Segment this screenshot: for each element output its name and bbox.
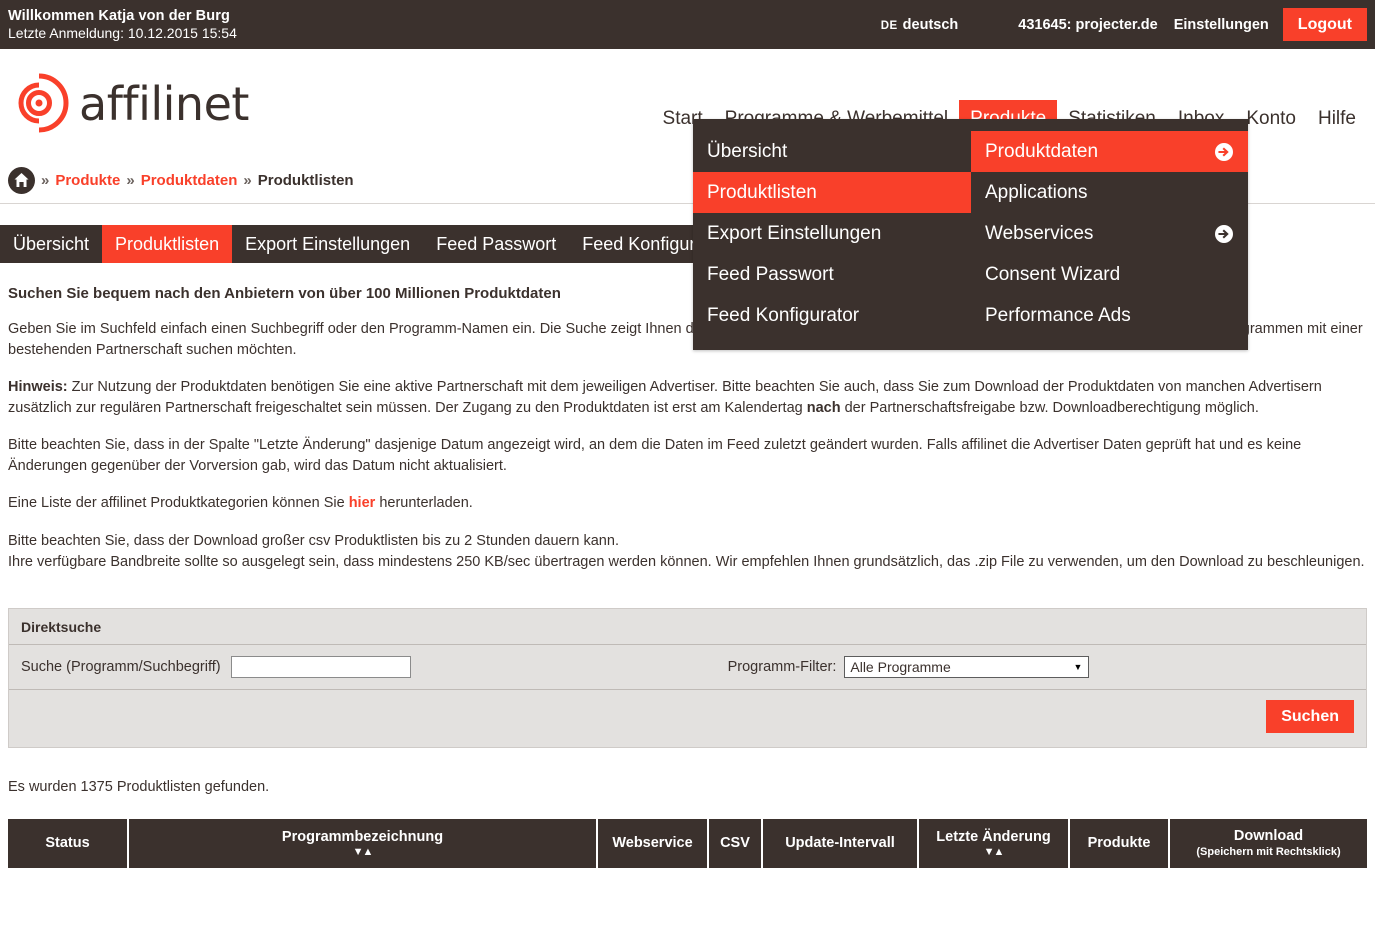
column-header-update-intervall[interactable]: Update-Intervall	[762, 819, 919, 869]
brand-logo[interactable]: affilinet	[0, 72, 249, 134]
tab-produktlisten[interactable]: Produktlisten	[102, 225, 233, 263]
dropdown-item-export-einstellungen[interactable]: Export Einstellungen	[693, 213, 971, 254]
dropdown-column-right: Produktdaten Applications Webservices Co…	[971, 119, 1248, 350]
dropdown-item-uebersicht-label: Übersicht	[707, 140, 788, 162]
dropdown-item-produktdaten-label: Produktdaten	[985, 140, 1099, 162]
panel-footer: Suchen	[9, 690, 1366, 747]
language-label: deutsch	[902, 16, 959, 33]
dropdown-item-webservices[interactable]: Webservices	[971, 213, 1248, 254]
sort-arrows-icon[interactable]: ▼▲	[133, 846, 592, 858]
breadcrumb-item-produktdaten[interactable]: Produktdaten	[141, 172, 238, 189]
search-input-label: Suche (Programm/Suchbegriff)	[21, 659, 221, 676]
tab-uebersicht[interactable]: Übersicht	[0, 225, 102, 263]
programm-filter-label: Programm-Filter:	[727, 659, 837, 676]
dropdown-item-feed-passwort-label: Feed Passwort	[707, 263, 834, 285]
column-header-webservice-label: Webservice	[612, 835, 693, 852]
dropdown-item-produktlisten[interactable]: Produktlisten	[693, 172, 971, 213]
dropdown-item-performance-ads-label: Performance Ads	[985, 304, 1131, 326]
dropdown-item-feed-konfigurator[interactable]: Feed Konfigurator	[693, 295, 971, 336]
column-header-webservice[interactable]: Webservice	[597, 819, 709, 869]
last-login-text: Letzte Anmeldung: 10.12.2015 15:54	[8, 25, 237, 42]
brand-wordmark: affilinet	[79, 77, 249, 131]
column-header-download[interactable]: Download (Speichern mit Rechtsklick)	[1169, 819, 1367, 869]
produktkategorien-link[interactable]: hier	[349, 495, 376, 511]
column-header-update-intervall-label: Update-Intervall	[785, 835, 895, 852]
download-hinweis-line2: Ihre verfügbare Bandbreite sollte so aus…	[8, 553, 1365, 570]
kategorien-text-b: herunterladen.	[375, 495, 473, 512]
tab-export-einstellungen[interactable]: Export Einstellungen	[232, 225, 423, 263]
download-hinweis-line1: Bitte beachten Sie, dass der Download gr…	[8, 533, 619, 550]
hinweis-label: Hinweis:	[8, 379, 68, 396]
hinweis-emphasis: nach	[806, 399, 841, 416]
dropdown-item-applications-label: Applications	[985, 181, 1088, 203]
column-header-letzte-aenderung[interactable]: Letzte Änderung ▼▲	[918, 819, 1070, 869]
dropdown-item-uebersicht[interactable]: Übersicht	[693, 131, 971, 172]
column-header-programmbezeichnung-label: Programmbezeichnung	[281, 828, 444, 845]
nav-item-hilfe[interactable]: Hilfe	[1307, 100, 1367, 138]
column-header-letzte-aenderung-label: Letzte Änderung	[936, 828, 1051, 845]
account-id-label: 431645: projecter.de	[1018, 16, 1158, 33]
dropdown-item-consent-wizard-label: Consent Wizard	[985, 263, 1121, 285]
panel-filter-row: Suche (Programm/Suchbegriff) Programm-Fi…	[9, 645, 1366, 691]
dropdown-item-produktdaten[interactable]: Produktdaten	[971, 131, 1248, 172]
programm-filter-select[interactable]: Alle Programme ▼	[844, 656, 1090, 679]
column-header-status-label: Status	[45, 835, 90, 852]
dropdown-item-consent-wizard[interactable]: Consent Wizard	[971, 254, 1248, 295]
dropdown-item-webservices-label: Webservices	[985, 222, 1094, 244]
sort-arrows-icon-2[interactable]: ▼▲	[923, 846, 1064, 858]
welcome-text: Willkommen Katja von der Burg	[8, 7, 230, 24]
language-selector[interactable]: DE deutsch	[881, 17, 959, 33]
arrow-right-circle-icon-2	[1215, 224, 1233, 243]
hinweis-text-b: der Partnerschaftsfreigabe bzw. Download…	[840, 399, 1259, 416]
result-count-text: Es wurden 1375 Produktlisten gefunden.	[8, 779, 270, 796]
programm-filter-group: Programm-Filter: Alle Programme ▼	[727, 656, 1090, 679]
dropdown-item-performance-ads[interactable]: Performance Ads	[971, 295, 1248, 336]
suchen-button[interactable]: Suchen	[1266, 700, 1354, 734]
breadcrumb-item-produktlisten: Produktlisten	[257, 171, 354, 189]
top-utility-right: DE deutsch 431645: projecter.de Einstell…	[881, 0, 1375, 49]
breadcrumb-item-produkte[interactable]: Produkte	[55, 172, 120, 189]
column-header-programmbezeichnung[interactable]: Programmbezeichnung ▼▲	[128, 819, 598, 869]
search-input[interactable]	[230, 656, 411, 679]
affilinet-target-icon	[18, 73, 69, 133]
tab-feed-passwort[interactable]: Feed Passwort	[423, 225, 569, 263]
panel-title: Direktsuche	[9, 609, 1366, 646]
direktsuche-panel: Direktsuche Suche (Programm/Suchbegriff)…	[8, 608, 1367, 749]
produkte-dropdown-menu: Übersicht Produktlisten Export Einstellu…	[693, 119, 1248, 350]
kategorien-paragraph: Eine Liste der affilinet Produktkategori…	[8, 493, 1367, 514]
breadcrumb-separator-1: »	[126, 171, 135, 189]
dropdown-item-export-einstellungen-label: Export Einstellungen	[707, 222, 882, 244]
home-icon[interactable]	[8, 166, 35, 194]
dropdown-column-left: Übersicht Produktlisten Export Einstellu…	[693, 119, 971, 350]
column-header-csv[interactable]: CSV	[708, 819, 763, 869]
column-header-produkte[interactable]: Produkte	[1069, 819, 1170, 869]
letzte-aenderung-paragraph: Bitte beachten Sie, dass in der Spalte "…	[8, 437, 1302, 474]
chevron-down-icon: ▼	[1073, 662, 1083, 673]
column-header-produkte-label: Produkte	[1087, 835, 1151, 852]
column-header-csv-label: CSV	[720, 835, 750, 852]
programm-filter-value: Alle Programme	[850, 659, 951, 676]
dropdown-item-applications[interactable]: Applications	[971, 172, 1248, 213]
column-header-download-note: (Speichern mit Rechtsklick)	[1196, 846, 1341, 859]
column-header-download-label: Download	[1233, 828, 1304, 845]
produktlisten-table: Status Programmbezeichnung ▼▲ Webservice…	[8, 819, 1367, 869]
dropdown-item-feed-konfigurator-label: Feed Konfigurator	[707, 304, 860, 326]
table-header-row: Status Programmbezeichnung ▼▲ Webservice…	[8, 819, 1367, 869]
kategorien-text-a: Eine Liste der affilinet Produktkategori…	[8, 495, 349, 512]
language-code-icon: DE	[880, 19, 898, 32]
breadcrumb-separator-0: »	[41, 171, 50, 189]
download-hinweis-paragraph: Bitte beachten Sie, dass der Download gr…	[8, 531, 1367, 572]
hinweis-paragraph: Hinweis: Zur Nutzung der Produktdaten be…	[8, 377, 1367, 418]
dropdown-item-feed-passwort[interactable]: Feed Passwort	[693, 254, 971, 295]
top-utility-bar: Willkommen Katja von der Burg Letzte Anm…	[0, 0, 1375, 49]
logout-button[interactable]: Logout	[1282, 8, 1367, 41]
settings-link[interactable]: Einstellungen	[1174, 17, 1269, 33]
breadcrumb-separator-2: »	[243, 171, 252, 189]
arrow-right-circle-icon	[1215, 142, 1233, 161]
column-header-status[interactable]: Status	[8, 819, 129, 869]
dropdown-item-produktlisten-label: Produktlisten	[707, 181, 817, 203]
user-greeting-block: Willkommen Katja von der Burg Letzte Anm…	[0, 8, 237, 42]
